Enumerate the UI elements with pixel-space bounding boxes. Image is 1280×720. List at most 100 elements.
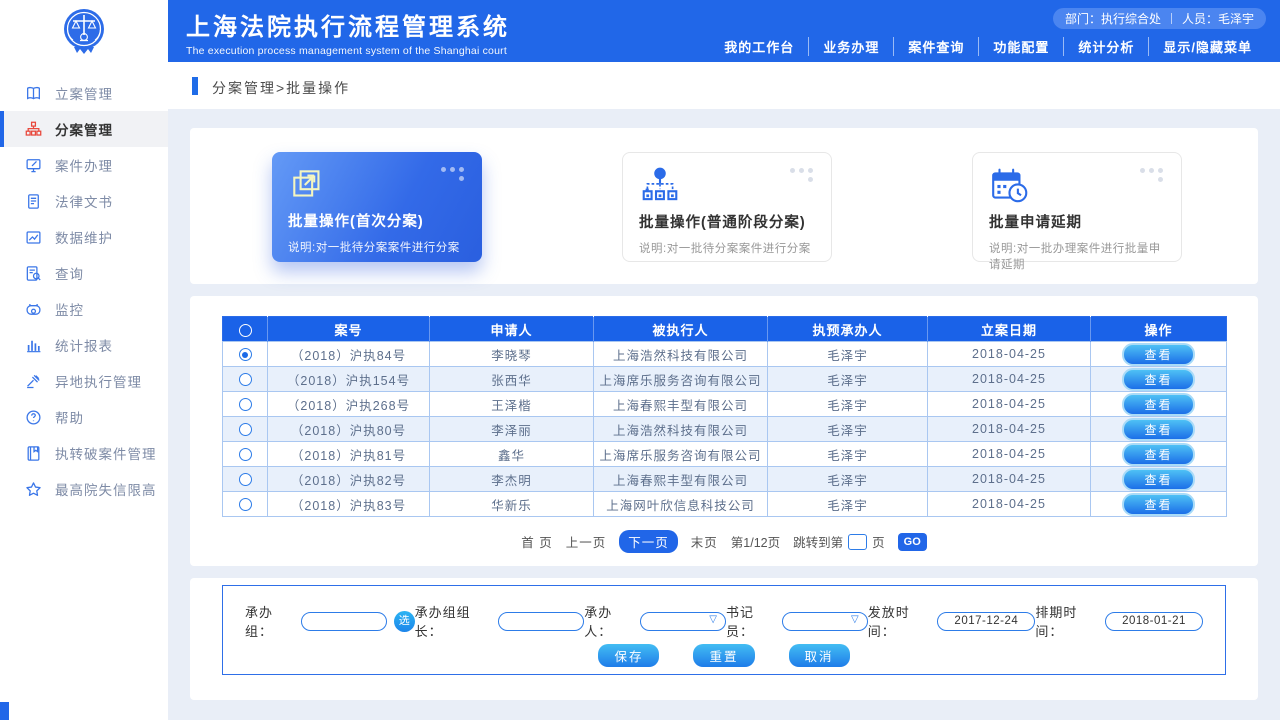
card-title: 批量操作(普通阶段分案)	[639, 211, 815, 232]
assignment-form-box: 承办组： 选 承办组组长： 承办人： ▽ 书记员：	[222, 585, 1226, 675]
breadcrumb-accent-bar	[192, 77, 198, 95]
sidebar-item-bankruptcy-cases[interactable]: 执转破案件管理	[0, 435, 168, 471]
cell-case-no: （2018）沪执268号	[268, 392, 430, 417]
row-radio[interactable]	[239, 373, 252, 386]
issue-date-label: 发放时间：	[868, 602, 938, 640]
cell-date: 2018-04-25	[928, 442, 1091, 467]
nav-my-workbench[interactable]: 我的工作台	[710, 37, 808, 56]
dots-decoration-icon	[441, 167, 468, 181]
view-button[interactable]: 查看	[1122, 343, 1194, 366]
star-icon	[25, 481, 42, 498]
jump-prefix-label: 跳转到第	[793, 532, 843, 551]
page-next[interactable]: 下一页	[619, 530, 678, 553]
sidebar-item-label: 统计报表	[55, 335, 113, 355]
field-schedule-date: 排期时间：	[1035, 602, 1203, 640]
search-doc-icon	[25, 265, 42, 282]
cell-undertaker: 毛泽宇	[768, 467, 928, 492]
view-button[interactable]: 查看	[1122, 418, 1194, 441]
sidebar-item-statistics-report[interactable]: 统计报表	[0, 327, 168, 363]
document-icon	[25, 193, 42, 210]
view-button[interactable]: 查看	[1122, 493, 1194, 516]
table-row: （2018）沪执81号 鑫华 上海席乐服务咨询有限公司 毛泽宇 2018-04-…	[223, 442, 1227, 467]
page-jump-input[interactable]	[848, 534, 867, 550]
page-last[interactable]: 末页	[691, 532, 718, 551]
undertaking-group-input[interactable]	[301, 612, 387, 631]
view-button[interactable]: 查看	[1122, 368, 1194, 391]
nav-toggle-menu[interactable]: 显示/隐藏菜单	[1148, 37, 1266, 56]
view-button[interactable]: 查看	[1122, 393, 1194, 416]
app-root: 上海法院执行流程管理系统 The execution process manag…	[0, 0, 1280, 720]
row-radio[interactable]	[239, 423, 252, 436]
group-leader-input[interactable]	[498, 612, 584, 631]
badge-divider	[1171, 13, 1172, 24]
table-row: （2018）沪执268号 王泽楷 上海春熙丰型有限公司 毛泽宇 2018-04-…	[223, 392, 1227, 417]
user-info-badge: 部门：执行综合处 人员：毛泽宇	[1053, 8, 1266, 29]
cell-undertaker: 毛泽宇	[768, 367, 928, 392]
card-batch-first-assignment[interactable]: 批量操作(首次分案) 说明:对一批待分案案件进行分案	[272, 152, 482, 262]
sidebar-item-case-handling[interactable]: 案件办理	[0, 147, 168, 183]
cell-undertaker: 毛泽宇	[768, 392, 928, 417]
sidebar-item-remote-execution[interactable]: 异地执行管理	[0, 363, 168, 399]
page-first[interactable]: 首 页	[521, 532, 552, 551]
sidebar-item-query[interactable]: 查询	[0, 255, 168, 291]
view-button[interactable]: 查看	[1122, 443, 1194, 466]
table-row: （2018）沪执82号 李杰明 上海春熙丰型有限公司 毛泽宇 2018-04-2…	[223, 467, 1227, 492]
cell-applicant: 李杰明	[430, 467, 594, 492]
undertaker-select[interactable]	[640, 612, 726, 631]
monitor-eye-icon	[25, 301, 42, 318]
cell-date: 2018-04-25	[928, 342, 1091, 367]
header-executee: 被执行人	[594, 317, 768, 342]
page-prev[interactable]: 上一页	[566, 532, 607, 551]
header: 上海法院执行流程管理系统 The execution process manag…	[0, 0, 1280, 62]
sidebar-item-monitoring[interactable]: 监控	[0, 291, 168, 327]
cell-executee: 上海席乐服务咨询有限公司	[594, 367, 768, 392]
nav-stat-analysis[interactable]: 统计分析	[1063, 37, 1148, 56]
view-button[interactable]: 查看	[1122, 468, 1194, 491]
nav-business[interactable]: 业务办理	[808, 37, 893, 56]
sidebar-item-data-maintenance[interactable]: 数据维护	[0, 219, 168, 255]
group-leader-label: 承办组组长：	[415, 602, 499, 640]
pick-button[interactable]: 选	[394, 611, 415, 632]
clerk-select[interactable]	[782, 612, 868, 631]
undertaking-group-label: 承办组：	[245, 602, 301, 640]
cell-executee: 上海席乐服务咨询有限公司	[594, 442, 768, 467]
sidebar-item-supreme-court-blacklist[interactable]: 最高院失信限高	[0, 471, 168, 507]
app-title-block: 上海法院执行流程管理系统 The execution process manag…	[186, 7, 510, 57]
cell-undertaker: 毛泽宇	[768, 342, 928, 367]
sidebar-item-legal-documents[interactable]: 法律文书	[0, 183, 168, 219]
cell-date: 2018-04-25	[928, 392, 1091, 417]
issue-date-input[interactable]	[937, 612, 1035, 631]
schedule-date-input[interactable]	[1105, 612, 1203, 631]
row-radio[interactable]	[239, 398, 252, 411]
row-radio[interactable]	[239, 473, 252, 486]
field-clerk: 书记员： ▽	[726, 602, 868, 640]
go-button[interactable]: GO	[898, 533, 927, 551]
nav-case-query[interactable]: 案件查询	[893, 37, 978, 56]
field-group-leader: 承办组组长：	[415, 602, 585, 640]
reset-button[interactable]: 重置	[693, 644, 754, 667]
row-radio[interactable]	[239, 498, 252, 511]
cards-panel: 批量操作(首次分案) 说明:对一批待分案案件进行分案 批	[190, 128, 1258, 284]
row-radio[interactable]	[239, 448, 252, 461]
tree-icon	[639, 165, 681, 207]
header-action: 操作	[1091, 317, 1227, 342]
save-button[interactable]: 保存	[598, 644, 659, 667]
nav-function-config[interactable]: 功能配置	[978, 37, 1063, 56]
cell-case-no: （2018）沪执81号	[268, 442, 430, 467]
court-emblem-logo	[58, 5, 110, 57]
cell-executee: 上海网叶欣信息科技公司	[594, 492, 768, 517]
radio-header[interactable]	[239, 324, 252, 337]
field-undertaker: 承办人： ▽	[584, 602, 726, 640]
user-label: 人员：毛泽宇	[1182, 10, 1254, 27]
cell-undertaker: 毛泽宇	[768, 417, 928, 442]
sidebar-item-help[interactable]: 帮助	[0, 399, 168, 435]
header-select-all[interactable]	[223, 317, 268, 342]
cancel-button[interactable]: 取消	[789, 644, 850, 667]
sidebar-item-case-assignment[interactable]: 分案管理	[0, 111, 168, 147]
card-batch-normal-assignment[interactable]: 批量操作(普通阶段分案) 说明:对一批待分案案件进行分案	[622, 152, 832, 262]
row-radio[interactable]	[239, 348, 252, 361]
jump-suffix-label: 页	[872, 532, 885, 551]
sidebar-item-case-filing[interactable]: 立案管理	[0, 75, 168, 111]
table-row: （2018）沪执83号 华新乐 上海网叶欣信息科技公司 毛泽宇 2018-04-…	[223, 492, 1227, 517]
card-batch-delay-request[interactable]: 批量申请延期 说明:对一批办理案件进行批量申请延期	[972, 152, 1182, 262]
